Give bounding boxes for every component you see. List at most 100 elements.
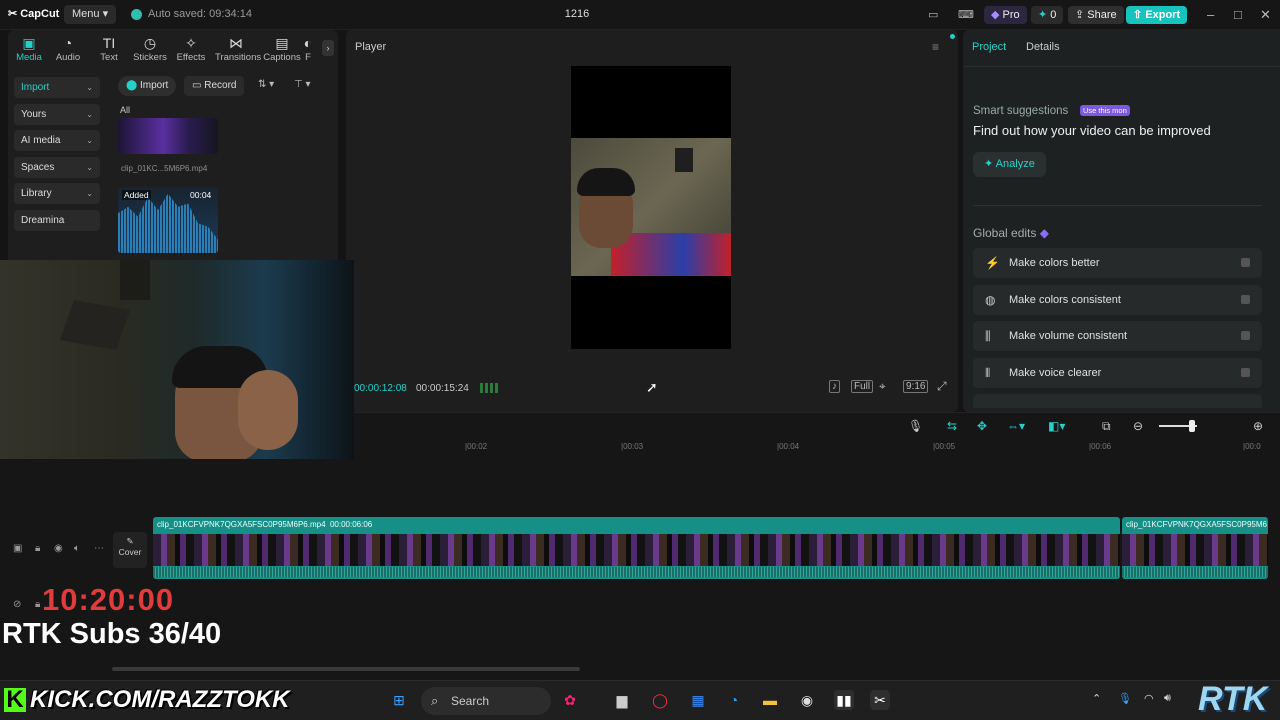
preview-axis-icon[interactable]: ⧉ [1102,419,1111,434]
obs-icon[interactable]: ◉ [797,690,817,710]
second-video-clip[interactable]: clip_01KCFVPNK7QGXA5FSC0P95M6 [1122,517,1268,579]
tiktok-icon[interactable]: ♪ [829,380,840,393]
tab-audio[interactable]: ◔ Audio [47,34,89,63]
opera-icon[interactable]: ◯ [650,690,670,710]
credits-button[interactable]: ✦ 0 [1031,6,1064,24]
poster [675,148,693,172]
clip-thumbnail[interactable] [118,118,218,154]
plus-icon: ⬤ [126,80,138,91]
player-title: Player [355,41,387,53]
filter-icon[interactable]: ⊤ ▾ [294,79,311,90]
toggle[interactable] [1241,258,1250,267]
pro-button[interactable]: ◆ Pro [984,6,1027,24]
more-icon[interactable]: ⋯ [94,543,104,554]
maximize-icon[interactable]: □ [1234,7,1242,22]
close-icon[interactable]: ✕ [1260,7,1271,23]
sidebar-item-yours[interactable]: Yours ⌄ [14,104,100,125]
menu-icon[interactable]: ≡ [932,40,939,54]
microphone-tray-icon[interactable]: 🎙︎ [1118,692,1132,705]
eye-icon[interactable]: ◉ [54,543,63,554]
task-view-icon[interactable]: ▆ [612,690,632,710]
video-scene [571,138,731,276]
tab-filters[interactable]: ◐ F [298,34,318,63]
video-preview[interactable] [571,66,731,349]
windows-start-icon[interactable]: ⊞ [389,690,409,710]
sidebar-item-library[interactable]: Library ⌄ [14,183,100,204]
horizontal-scrollbar[interactable] [112,667,580,671]
project-title[interactable]: 1216 [560,8,594,20]
record-button[interactable]: ▭ Record [184,76,245,96]
lock-icon[interactable]: 🔒︎ [35,599,40,610]
audio-thumbnail[interactable]: Added 00:04 [118,187,218,253]
tab-stickers[interactable]: ◷ Stickers [129,34,171,63]
tab-captions[interactable]: ▤ Captions [261,34,303,63]
effects-icon: ✧ [185,35,197,51]
menu-button[interactable]: Menu ▾ [64,5,117,24]
edit-make-voice-clearer[interactable]: ⦀ Make voice clearer [973,358,1262,388]
edge-icon[interactable]: ◔ [724,690,744,710]
sidebar-item-import[interactable]: Import ⌄ [14,77,100,98]
share-button[interactable]: ⇪ Share [1068,6,1124,24]
zoom-out-icon[interactable]: ⊖ [1133,419,1143,433]
tab-media[interactable]: ▣ Media [8,34,50,63]
chevron-up-icon[interactable]: ⌃ [1092,692,1101,705]
widgets-icon[interactable]: ✿ [560,690,580,710]
chevron-right-icon[interactable]: › [322,40,334,56]
sidebar-item-dreamina[interactable]: Dreamina [14,210,100,231]
screenshot-icon[interactable]: ⌖ [879,379,886,394]
toggle[interactable] [1241,295,1250,304]
cover-button[interactable]: ✎ Cover [113,532,147,568]
sidebar-item-spaces[interactable]: Spaces ⌄ [14,157,100,178]
zoom-in-icon[interactable]: ⊕ [1253,419,1263,433]
filter-all[interactable]: All [120,105,130,115]
shirt [611,233,731,276]
import-button[interactable]: ⬤ Import [118,76,177,96]
ratio-button[interactable]: 9:16 [903,380,929,393]
sort-icon[interactable]: ⇅ ▾ [258,79,274,90]
tab-transitions[interactable]: ⋈ Transitions [215,34,261,63]
snap-icon[interactable]: ⇔▾ [1007,419,1025,433]
volume-icon[interactable]: 🔊︎ [1164,692,1171,705]
toggle[interactable] [1241,368,1250,377]
link-icon[interactable]: ⇆ [947,419,957,433]
tab-effects[interactable]: ✧ Effects [170,34,212,63]
zoom-slider-handle[interactable] [1189,420,1195,432]
taskbar-search[interactable]: ⌕ Search [421,687,551,715]
analyze-button[interactable]: ✦ Analyze [973,152,1046,177]
capcut-taskbar-icon[interactable]: ✂ [870,690,890,710]
main-video-clip[interactable]: clip_01KCFVPNK7QGXA5FSC0P95M6P6.mp4 00:0… [153,517,1120,579]
minimize-icon[interactable]: – [1207,7,1214,22]
store-icon[interactable]: ▦ [688,690,708,710]
toggle[interactable] [1241,331,1250,340]
speaker-icon[interactable]: 🔈︎ [74,543,80,554]
tab-details[interactable]: Details [1026,41,1060,53]
saved-check-icon [131,8,142,20]
diamond-icon: ◆ [1039,226,1049,240]
wifi-icon[interactable]: ◠ [1144,692,1154,705]
magnet-icon[interactable]: ✥ [977,419,987,433]
clip-duration: 00:04 [190,190,212,200]
tab-text[interactable]: TI Text [88,34,130,63]
layout-icon[interactable]: ▭ [928,8,938,21]
fullscreen-icon[interactable]: ⤢ [937,379,947,394]
file-explorer-icon[interactable]: ▬ [760,690,780,710]
edit-make-colors-better[interactable]: ⚡ Make colors better [973,248,1262,278]
edit-make-volume-consistent[interactable]: ⫼ Make volume consistent [973,321,1262,351]
export-icon: ⇧ [1133,9,1143,21]
capcut-logo-icon: ✂ [8,8,18,20]
tab-project[interactable]: Project [972,41,1006,53]
shortcuts-icon[interactable]: ⌨ [958,8,974,21]
added-badge: Added [122,190,151,200]
microphone-icon[interactable]: 🎙︎ [908,419,923,433]
export-button[interactable]: ⇧ Export [1126,6,1188,24]
sidebar-item-ai-media[interactable]: AI media ⌄ [14,130,100,151]
edit-row-partial[interactable] [973,394,1262,408]
edit-make-colors-consistent[interactable]: ◍ Make colors consistent [973,285,1262,315]
properties-panel: Project Details Smart suggestions Use th… [963,30,1280,412]
divider [973,205,1262,206]
split-icon[interactable]: ◧▾ [1048,419,1065,433]
audio-app-icon[interactable]: ▮▮ [834,690,854,710]
lock-icon[interactable]: 🔒︎ [35,543,40,554]
audio-track-icon: ⊘ [13,599,22,610]
quality-button[interactable]: Full [851,380,874,393]
